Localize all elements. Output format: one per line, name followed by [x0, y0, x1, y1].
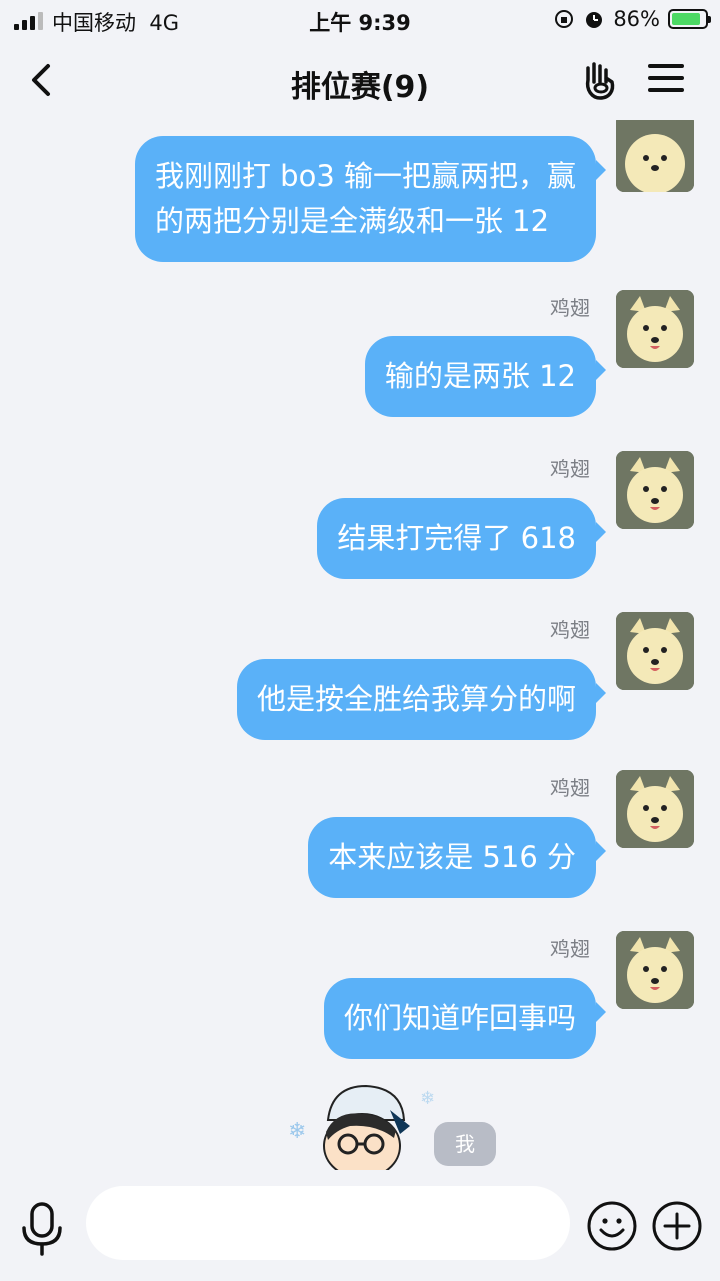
menu-icon[interactable]: [648, 64, 684, 96]
sender-avatar[interactable]: [616, 290, 694, 368]
sender-avatar[interactable]: [616, 120, 694, 192]
sender-avatar[interactable]: [616, 931, 694, 1009]
sender-name: 鸡翅: [550, 457, 590, 481]
message-bubble[interactable]: 本来应该是 516 分: [308, 817, 606, 898]
sender-name: 鸡翅: [550, 937, 590, 961]
sender-name: 鸡翅: [550, 296, 590, 320]
status-icons: 86%: [553, 7, 711, 31]
plus-circle-icon[interactable]: [651, 1200, 703, 1252]
alarm-icon: [586, 12, 603, 28]
svg-text:❄: ❄: [288, 1119, 306, 1144]
sender-avatar[interactable]: [616, 770, 694, 848]
microphone-icon[interactable]: [18, 1200, 66, 1256]
rotation-lock-icon: [555, 10, 574, 28]
nav-bar: 排位赛(9): [0, 44, 720, 120]
input-bar: [0, 1172, 720, 1281]
self-badge: 我: [434, 1122, 496, 1166]
message-bubble[interactable]: 你们知道咋回事吗: [323, 978, 607, 1059]
message-bubble[interactable]: 结果打完得了 618: [317, 498, 606, 579]
chat-list: 我刚刚打 bo3 输一把赢两把，赢 的两把分别是全满级和一张 12 鸡翅 输的是…: [0, 120, 720, 1170]
sender-avatar[interactable]: [616, 612, 694, 690]
message-bubble[interactable]: 我刚刚打 bo3 输一把赢两把，赢 的两把分别是全满级和一张 12: [134, 136, 607, 262]
smiley-icon[interactable]: [586, 1200, 638, 1252]
status-bar: 中国移动 4G 上午 9:39 86%: [0, 0, 720, 40]
sender-name: 鸡翅: [550, 618, 590, 642]
svg-text:❄: ❄: [420, 1088, 435, 1109]
message-bubble[interactable]: 输的是两张 12: [364, 336, 607, 417]
sender-avatar[interactable]: [616, 451, 694, 529]
battery-icon: [668, 9, 711, 29]
message-bubble[interactable]: 他是按全胜给我算分的啊: [236, 659, 607, 740]
hand-gesture-icon[interactable]: [578, 58, 622, 102]
message-input[interactable]: [86, 1186, 570, 1260]
sender-name: 鸡翅: [550, 776, 590, 800]
battery-percent: 86%: [613, 7, 660, 31]
